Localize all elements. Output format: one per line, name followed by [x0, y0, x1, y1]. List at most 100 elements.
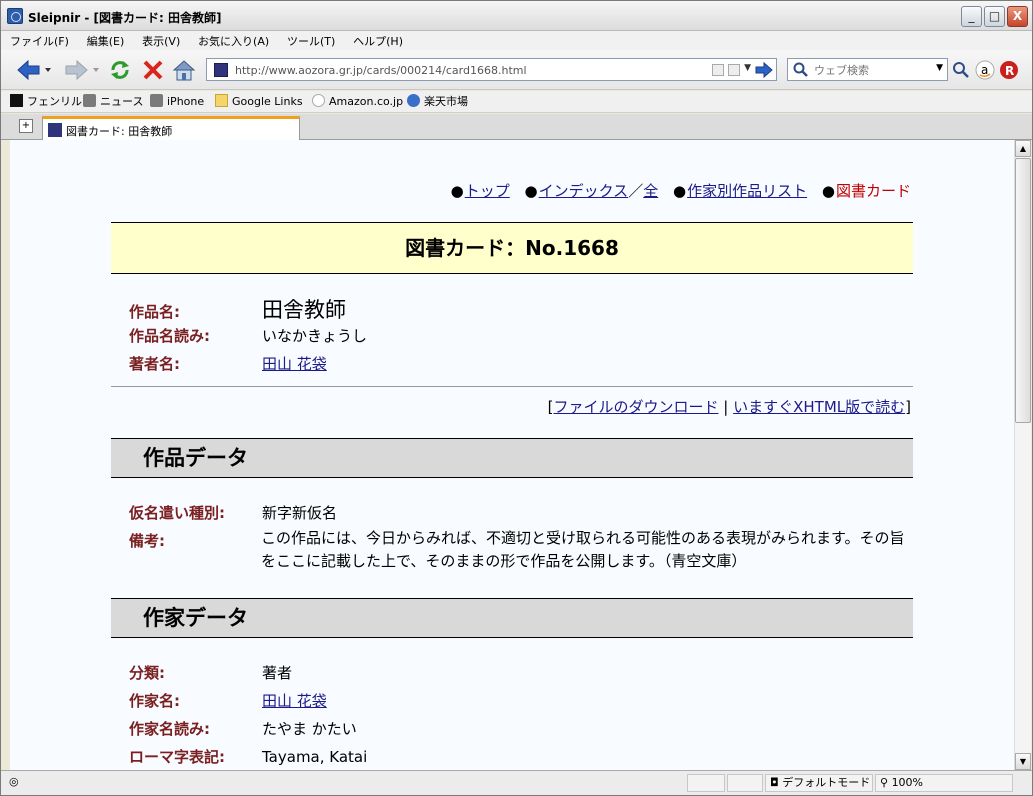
bookmark-iphone[interactable]: iPhone	[150, 94, 204, 110]
amazon-search-icon[interactable]: a	[975, 60, 995, 80]
status-bar: ◎ ◘ デフォルトモード ⚲ 100%	[1, 770, 1032, 795]
nav-all-link[interactable]: 全	[643, 182, 658, 200]
zoom-indicator[interactable]: ⚲ 100%	[875, 774, 1013, 792]
menu-edit[interactable]: 編集(E)	[80, 31, 132, 49]
bookmark-google-links[interactable]: Google Links	[215, 94, 303, 110]
class-label: 分類:	[129, 664, 165, 682]
work-reading-row: 作品名読み: いなかきょうし	[129, 325, 367, 346]
url-input[interactable]	[235, 61, 695, 79]
work-reading-label: 作品名読み:	[129, 327, 210, 345]
back-icon[interactable]	[15, 58, 53, 82]
author-label: 著者名:	[129, 355, 180, 373]
author-data-heading: 作家データ	[111, 598, 913, 638]
bookmark-fenrir[interactable]: フェンリル	[10, 94, 82, 110]
fenrir-icon	[10, 94, 23, 107]
note-row: 備考:	[129, 530, 262, 551]
status-pane	[727, 774, 763, 792]
bookmark-news[interactable]: ニュース	[83, 94, 143, 110]
work-title: 田舎教師	[262, 298, 346, 322]
search-go-icon[interactable]	[951, 60, 971, 80]
card-title: 図書カード：No.1668	[111, 222, 913, 274]
close-button[interactable]: X	[1007, 6, 1028, 27]
search-input[interactable]	[814, 61, 930, 79]
menu-file[interactable]: ファイル(F)	[1, 31, 76, 49]
menu-favorites[interactable]: お気に入り(A)	[191, 31, 276, 49]
author-link[interactable]: 田山 花袋	[262, 355, 327, 373]
rakuten-search-icon[interactable]: R	[999, 60, 1019, 80]
author-row: 著者名: 田山 花袋	[129, 353, 327, 374]
note-label: 備考:	[129, 532, 165, 550]
status-pane	[687, 774, 725, 792]
nav-top-link[interactable]: トップ	[465, 182, 510, 200]
page-info-icon[interactable]	[712, 64, 724, 76]
kana-type-label: 仮名遣い種別:	[129, 504, 225, 522]
stop-icon[interactable]	[141, 58, 165, 82]
author-reading-row: 作家名読み: たやま かたい	[129, 718, 357, 739]
class-row: 分類: 著者	[129, 662, 292, 683]
home-icon[interactable]	[172, 58, 196, 82]
author-reading: たやま かたい	[262, 720, 357, 738]
window-title: Sleipnir - [図書カード: 田舎教師]	[28, 11, 222, 25]
status-globe-icon: ◎	[9, 775, 19, 788]
site-favicon	[214, 63, 228, 77]
vertical-scrollbar[interactable]: ▲ ▼	[1014, 140, 1031, 770]
search-engine-icon[interactable]	[793, 62, 809, 78]
menu-tools[interactable]: ツール(T)	[280, 31, 342, 49]
folder-icon	[215, 94, 228, 107]
roman-label: ローマ字表記:	[129, 748, 225, 766]
search-box[interactable]: ▼	[787, 58, 948, 81]
rss-icon[interactable]	[728, 64, 740, 76]
search-dropdown-icon[interactable]: ▼	[936, 63, 943, 73]
page-content: ●トップ ●インデックス／全 ●作家別作品リスト ●図書カード 図書カード：No…	[10, 140, 1014, 770]
go-icon[interactable]	[754, 61, 774, 79]
tab-favicon	[48, 123, 62, 137]
rss-feed-icon	[83, 94, 96, 107]
url-dropdown-icon[interactable]: ▼	[744, 63, 751, 73]
kana-type: 新字新仮名	[262, 504, 338, 522]
bullet-icon: ●	[450, 182, 464, 200]
menu-bar: ファイル(F) 編集(E) 表示(V) お気に入り(A) ツール(T) ヘルプ(…	[1, 31, 1032, 50]
mode-indicator[interactable]: ◘ デフォルトモード	[765, 774, 873, 792]
sleipnir-app-icon[interactable]	[7, 8, 23, 24]
nav-separator: ／	[628, 182, 644, 200]
bookmark-rakuten[interactable]: 楽天市場	[407, 94, 468, 110]
address-bar[interactable]: ▼	[206, 58, 777, 81]
work-data-heading: 作品データ	[111, 438, 913, 478]
kana-type-row: 仮名遣い種別: 新字新仮名	[129, 502, 337, 523]
scroll-down-icon[interactable]: ▼	[1015, 753, 1031, 770]
forward-icon[interactable]	[63, 58, 101, 82]
maximize-button[interactable]: □	[984, 6, 1005, 27]
reload-icon[interactable]	[108, 58, 132, 82]
zoom-icon: ⚲	[880, 776, 889, 789]
divider	[111, 386, 913, 387]
nav-index-link[interactable]: インデックス	[539, 182, 629, 200]
download-links: [ファイルのダウンロード | いますぐXHTML版で読む]	[547, 398, 911, 416]
browser-window: Sleipnir - [図書カード: 田舎教師] _ □ X ファイル(F) 編…	[0, 0, 1033, 796]
roman-row: ローマ字表記: Tayama, Katai	[129, 746, 367, 767]
menu-view[interactable]: 表示(V)	[135, 31, 187, 49]
new-tab-icon[interactable]: +	[19, 119, 33, 133]
bullet-icon: ●	[821, 182, 835, 200]
shield-icon: ◘	[770, 776, 779, 789]
globe-icon	[407, 94, 420, 107]
bookmark-amazon[interactable]: Amazon.co.jp	[312, 94, 403, 110]
scroll-thumb[interactable]	[1015, 158, 1031, 423]
tab-library-card[interactable]: 図書カード: 田舎教師	[42, 116, 300, 140]
file-download-link[interactable]: ファイルのダウンロード	[554, 398, 719, 416]
roman-value: Tayama, Katai	[262, 748, 368, 766]
read-xhtml-link[interactable]: いますぐXHTML版で読む	[733, 398, 905, 416]
bullet-icon: ●	[673, 182, 687, 200]
work-title-label: 作品名:	[129, 303, 180, 321]
note-text: この作品には、今日からみれば、不適切と受け取られる可能性のある表現がみられます。…	[261, 529, 905, 570]
work-reading: いなかきょうし	[262, 327, 368, 345]
menu-help[interactable]: ヘルプ(H)	[346, 31, 410, 49]
tab-bar: + 図書カード: 田舎教師	[1, 114, 1032, 140]
amazon-icon	[312, 94, 325, 107]
scroll-up-icon[interactable]: ▲	[1015, 140, 1031, 157]
bullet-icon: ●	[524, 182, 538, 200]
rss-feed-icon	[150, 94, 163, 107]
nav-authors-link[interactable]: 作家別作品リスト	[687, 182, 807, 200]
author-name-link[interactable]: 田山 花袋	[262, 692, 327, 710]
minimize-button[interactable]: _	[961, 6, 982, 27]
title-bar: Sleipnir - [図書カード: 田舎教師] _ □ X	[1, 1, 1032, 31]
